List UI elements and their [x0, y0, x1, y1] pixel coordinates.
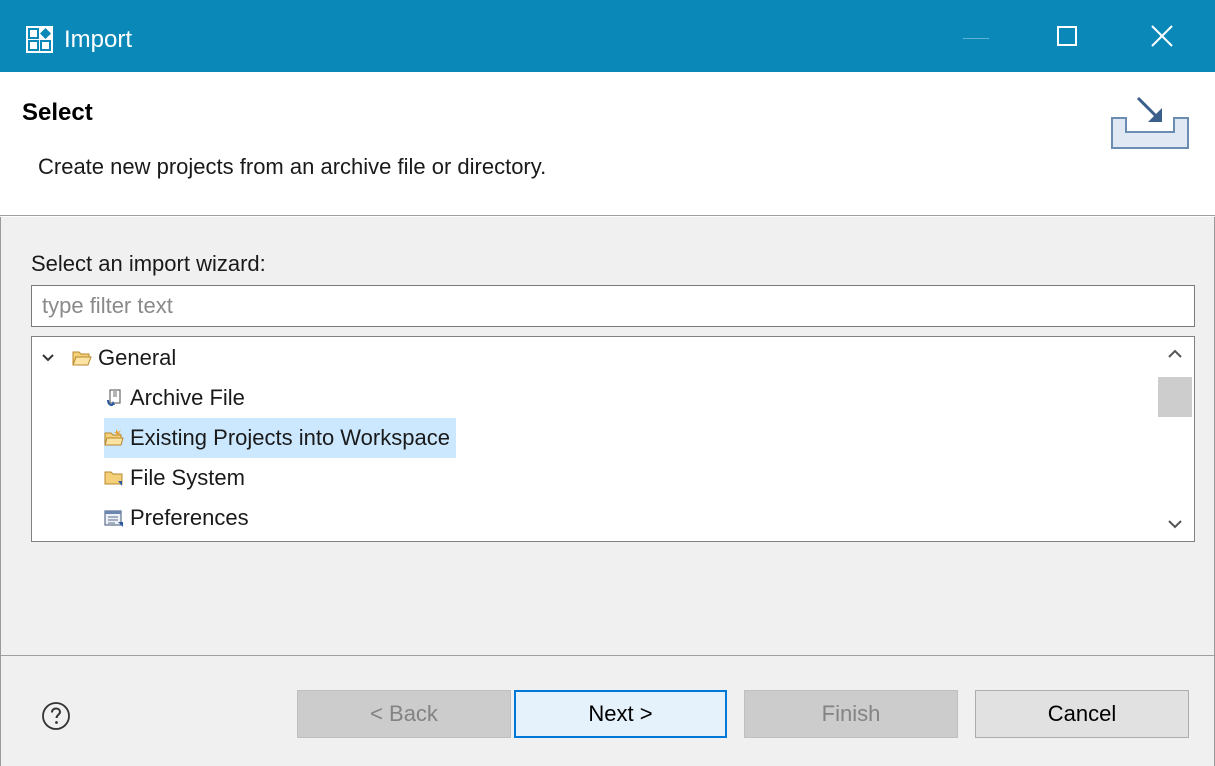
tree-item-file-system[interactable]: File System: [104, 458, 245, 498]
archive-file-icon: [107, 389, 121, 407]
tree-scrollbar[interactable]: [1156, 337, 1194, 541]
preferences-icon: [104, 510, 123, 527]
tree-item-label: File System: [130, 465, 245, 490]
tree-item-label: Existing Projects into Workspace: [130, 425, 450, 450]
tree-item-general[interactable]: General: [40, 338, 176, 378]
finish-button[interactable]: Finish: [744, 690, 958, 738]
folder-open-icon: [72, 351, 92, 366]
tree-item-archive-file[interactable]: Archive File: [104, 378, 245, 418]
help-icon: [42, 702, 70, 730]
wizard-body: Select an import wizard: General Archive…: [0, 217, 1215, 766]
minimize-icon: [963, 37, 989, 39]
scroll-up-button[interactable]: [1156, 337, 1194, 371]
file-system-folder-icon: [104, 471, 123, 486]
minimize-button[interactable]: [940, 0, 1012, 72]
page-title: Select: [22, 99, 93, 126]
tree-item-label: Archive File: [130, 385, 245, 410]
cancel-button[interactable]: Cancel: [975, 690, 1189, 738]
import-wizard-app-icon: [26, 26, 53, 53]
tree-item-label: Preferences: [130, 505, 249, 530]
maximize-icon: [1057, 26, 1077, 46]
help-button[interactable]: [41, 701, 71, 731]
next-button[interactable]: Next >: [514, 690, 727, 738]
chevron-up-icon: [1168, 349, 1182, 358]
tree-item-existing-projects[interactable]: Existing Projects into Workspace: [104, 418, 456, 458]
close-icon: [1151, 25, 1173, 47]
tree-item-label: General: [98, 345, 177, 370]
window-title: Import: [64, 26, 133, 53]
wizard-list-label: Select an import wizard:: [31, 251, 266, 276]
page-description: Create new projects from an archive file…: [38, 154, 547, 179]
title-bar[interactable]: Import: [0, 0, 1215, 72]
import-wizard-tree[interactable]: General Archive File Existing Projects i…: [31, 336, 1195, 542]
tree-item-preferences[interactable]: Preferences: [104, 498, 249, 538]
chevron-down-icon[interactable]: [40, 350, 56, 366]
chevron-down-icon: [1168, 520, 1182, 529]
filter-input[interactable]: [31, 285, 1195, 327]
back-button[interactable]: < Back: [297, 690, 511, 738]
existing-projects-icon: [104, 429, 124, 446]
maximize-button[interactable]: [1031, 0, 1103, 72]
wizard-banner: Select Create new projects from an archi…: [0, 72, 1215, 216]
footer-separator: [1, 655, 1214, 656]
scroll-down-button[interactable]: [1156, 507, 1194, 541]
close-button[interactable]: [1126, 0, 1198, 72]
import-banner-icon: [1111, 96, 1189, 149]
scroll-thumb[interactable]: [1158, 377, 1192, 417]
